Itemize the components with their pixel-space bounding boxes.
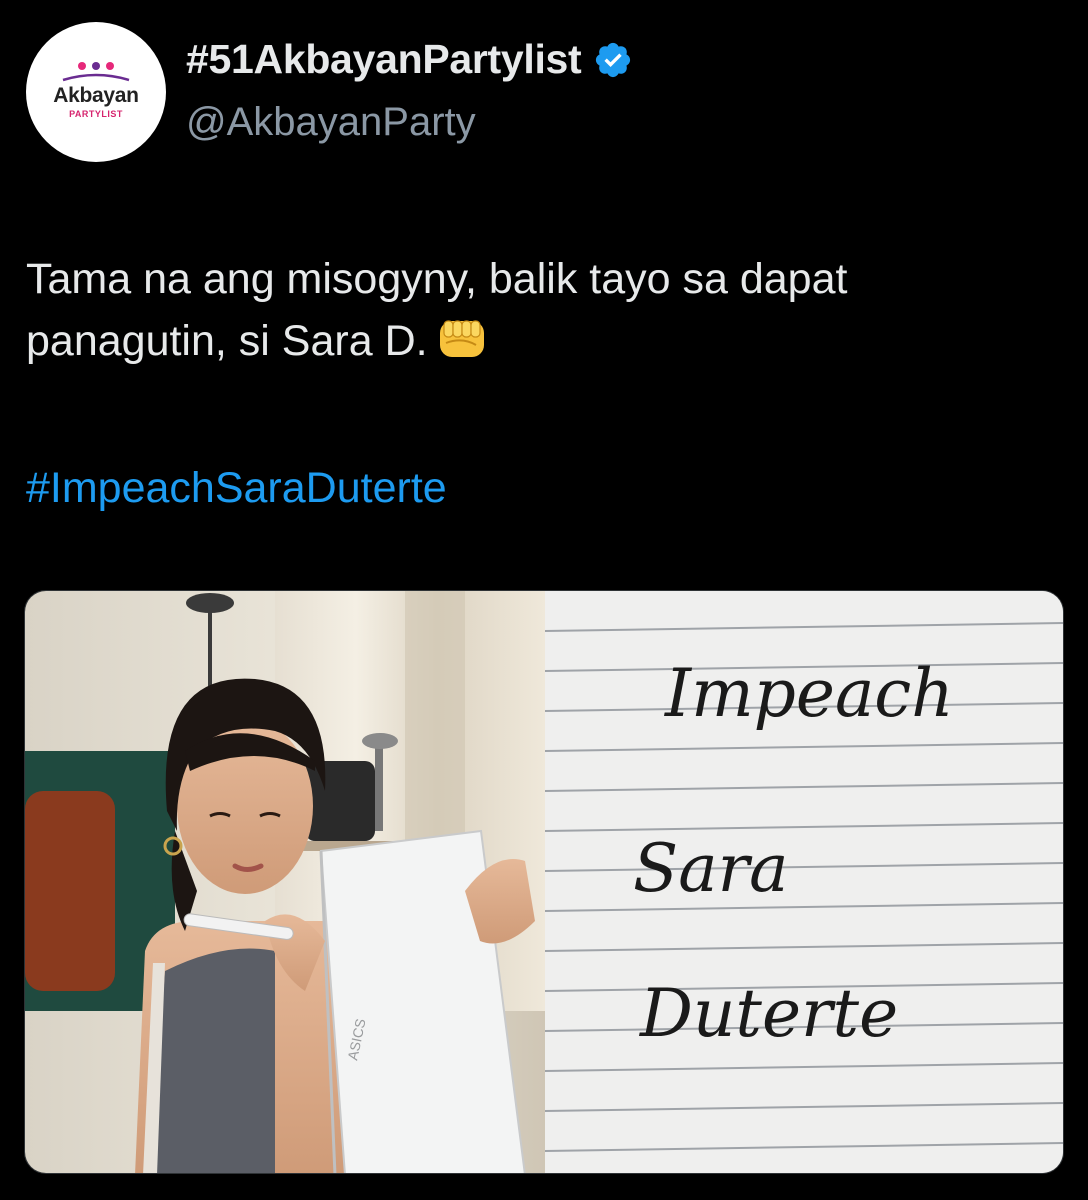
avatar-swoosh-icon [62,73,130,81]
tweet-line-1: Tama na ang misogyny, balik tayo sa dapa… [26,255,848,303]
verified-badge-icon[interactable] [593,40,633,80]
handwriting-line-1: Impeach [664,655,954,732]
handwriting-line-3: Duterte [639,975,898,1052]
fist-icon [439,320,484,357]
display-name[interactable]: #51AkbayanPartylist [186,36,582,83]
account-avatar[interactable]: Akbayan PARTYLIST [26,22,166,162]
photo-woman-writing: ASICS [25,591,545,1173]
avatar-brand-text: Akbayan [53,83,139,107]
tweet-media[interactable]: ASICS Impeach Sara Duterte [24,590,1064,1174]
account-handle[interactable]: @AkbayanParty [186,100,476,145]
tweet-line-2: panagutin, si Sara D. [26,317,428,365]
avatar-dots [78,61,114,70]
name-row: #51AkbayanPartylist [186,36,633,83]
tweet-text: Tama na ang misogyny, balik tayo sa dapa… [26,248,1066,372]
handwriting-line-2: Sara [633,830,788,907]
photo-handwritten-note: Impeach Sara Duterte [545,591,1063,1173]
hashtag-link[interactable]: #ImpeachSaraDuterte [26,464,447,513]
tweet-line-2-row: panagutin, si Sara D. [26,310,1066,372]
avatar-sub-text: PARTYLIST [69,108,123,119]
